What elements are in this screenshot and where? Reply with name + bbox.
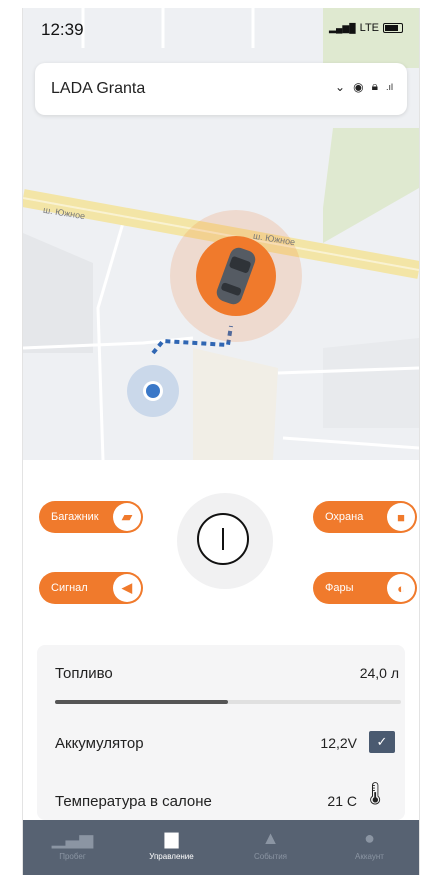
lock-icon: ■ (387, 503, 415, 531)
signal-icon: .ıl (385, 81, 393, 92)
car-selector[interactable]: LADA Granta ⌄ ◉ 🔒︎ .ıl (35, 63, 407, 115)
status-bar: 12:39 ▂▄▆█ LTE (23, 8, 419, 48)
headlight-icon: ◐ (387, 574, 415, 602)
vehicle-stats: Топливо 24,0 л Аккумулятор 12,2V ✓ Темпе… (37, 645, 405, 820)
car-front-icon: ▆ (164, 828, 179, 848)
tab-label: Пробег (59, 852, 86, 861)
alarm-label: Сигнал (51, 582, 88, 594)
tab-label: События (253, 852, 288, 861)
battery-value: 12,2V (320, 735, 357, 751)
engine-start-button[interactable] (197, 513, 249, 565)
network-label: LTE (359, 22, 379, 34)
status-time: 12:39 (41, 20, 84, 39)
car-name: LADA Granta (51, 80, 146, 97)
engine-start-area (177, 493, 273, 589)
fuel-row: Топливо 24,0 л (55, 665, 399, 682)
battery-icon (383, 23, 403, 33)
security-button[interactable]: Охрана ■ (313, 501, 417, 533)
battery-row: Аккумулятор 12,2V ✓ (55, 731, 399, 753)
signal-icon: ▂▄▆█ (329, 22, 356, 33)
lock-icon: 🔒︎ (371, 79, 378, 93)
user-icon: ● (364, 828, 375, 848)
app-screen: ш. Южное ш. Южное 12:39 ▂▄▆█ LTE LADA Gr… (22, 8, 420, 875)
cabin-temperature-row: Температура в салоне 21 C 🌡︎ (55, 781, 399, 810)
compass-icon: ◉ (353, 79, 364, 94)
tab-label: Управление (149, 852, 194, 861)
power-icon (222, 528, 224, 550)
bell-icon: ▲ (261, 828, 280, 848)
bottom-tab-bar: ▁▃▅ Пробег ▆ Управление ▲ События ● Акка… (23, 820, 419, 875)
tab-control[interactable]: ▆ Управление (122, 820, 221, 875)
battery-check-icon: ✓ (369, 731, 395, 753)
trunk-icon: ▰ (113, 503, 141, 531)
cabin-temperature-label: Температура в салоне (55, 793, 212, 810)
lights-button[interactable]: Фары ◐ (313, 572, 417, 604)
car-controls: Багажник ▰ Сигнал ◀ Охрана ■ Фары ◐ (23, 460, 419, 645)
tab-account[interactable]: ● Аккаунт (320, 820, 419, 875)
car-status-icons: ⌄ ◉ 🔒︎ .ıl (335, 79, 393, 94)
horn-icon: ◀ (113, 574, 141, 602)
fuel-value: 24,0 л (359, 665, 399, 681)
fuel-progress-fill (55, 700, 228, 704)
trunk-label: Багажник (51, 511, 99, 523)
fuel-label: Топливо (55, 665, 113, 682)
lights-label: Фары (325, 582, 354, 594)
alarm-button[interactable]: Сигнал ◀ (39, 572, 143, 604)
thermometer-icon: 🌡︎ (361, 781, 389, 806)
stats-icon: ▁▃▅ (51, 828, 94, 848)
security-label: Охрана (325, 511, 364, 523)
status-network: ▂▄▆█ LTE (329, 22, 403, 34)
tab-mileage[interactable]: ▁▃▅ Пробег (23, 820, 122, 875)
tab-events[interactable]: ▲ События (221, 820, 320, 875)
trunk-button[interactable]: Багажник ▰ (39, 501, 143, 533)
chevron-down-icon[interactable]: ⌄ (335, 80, 345, 94)
tab-label: Аккаунт (355, 852, 384, 861)
fuel-progress-bar (55, 700, 401, 704)
cabin-temperature-value: 21 C (327, 793, 357, 809)
battery-label: Аккумулятор (55, 735, 144, 752)
